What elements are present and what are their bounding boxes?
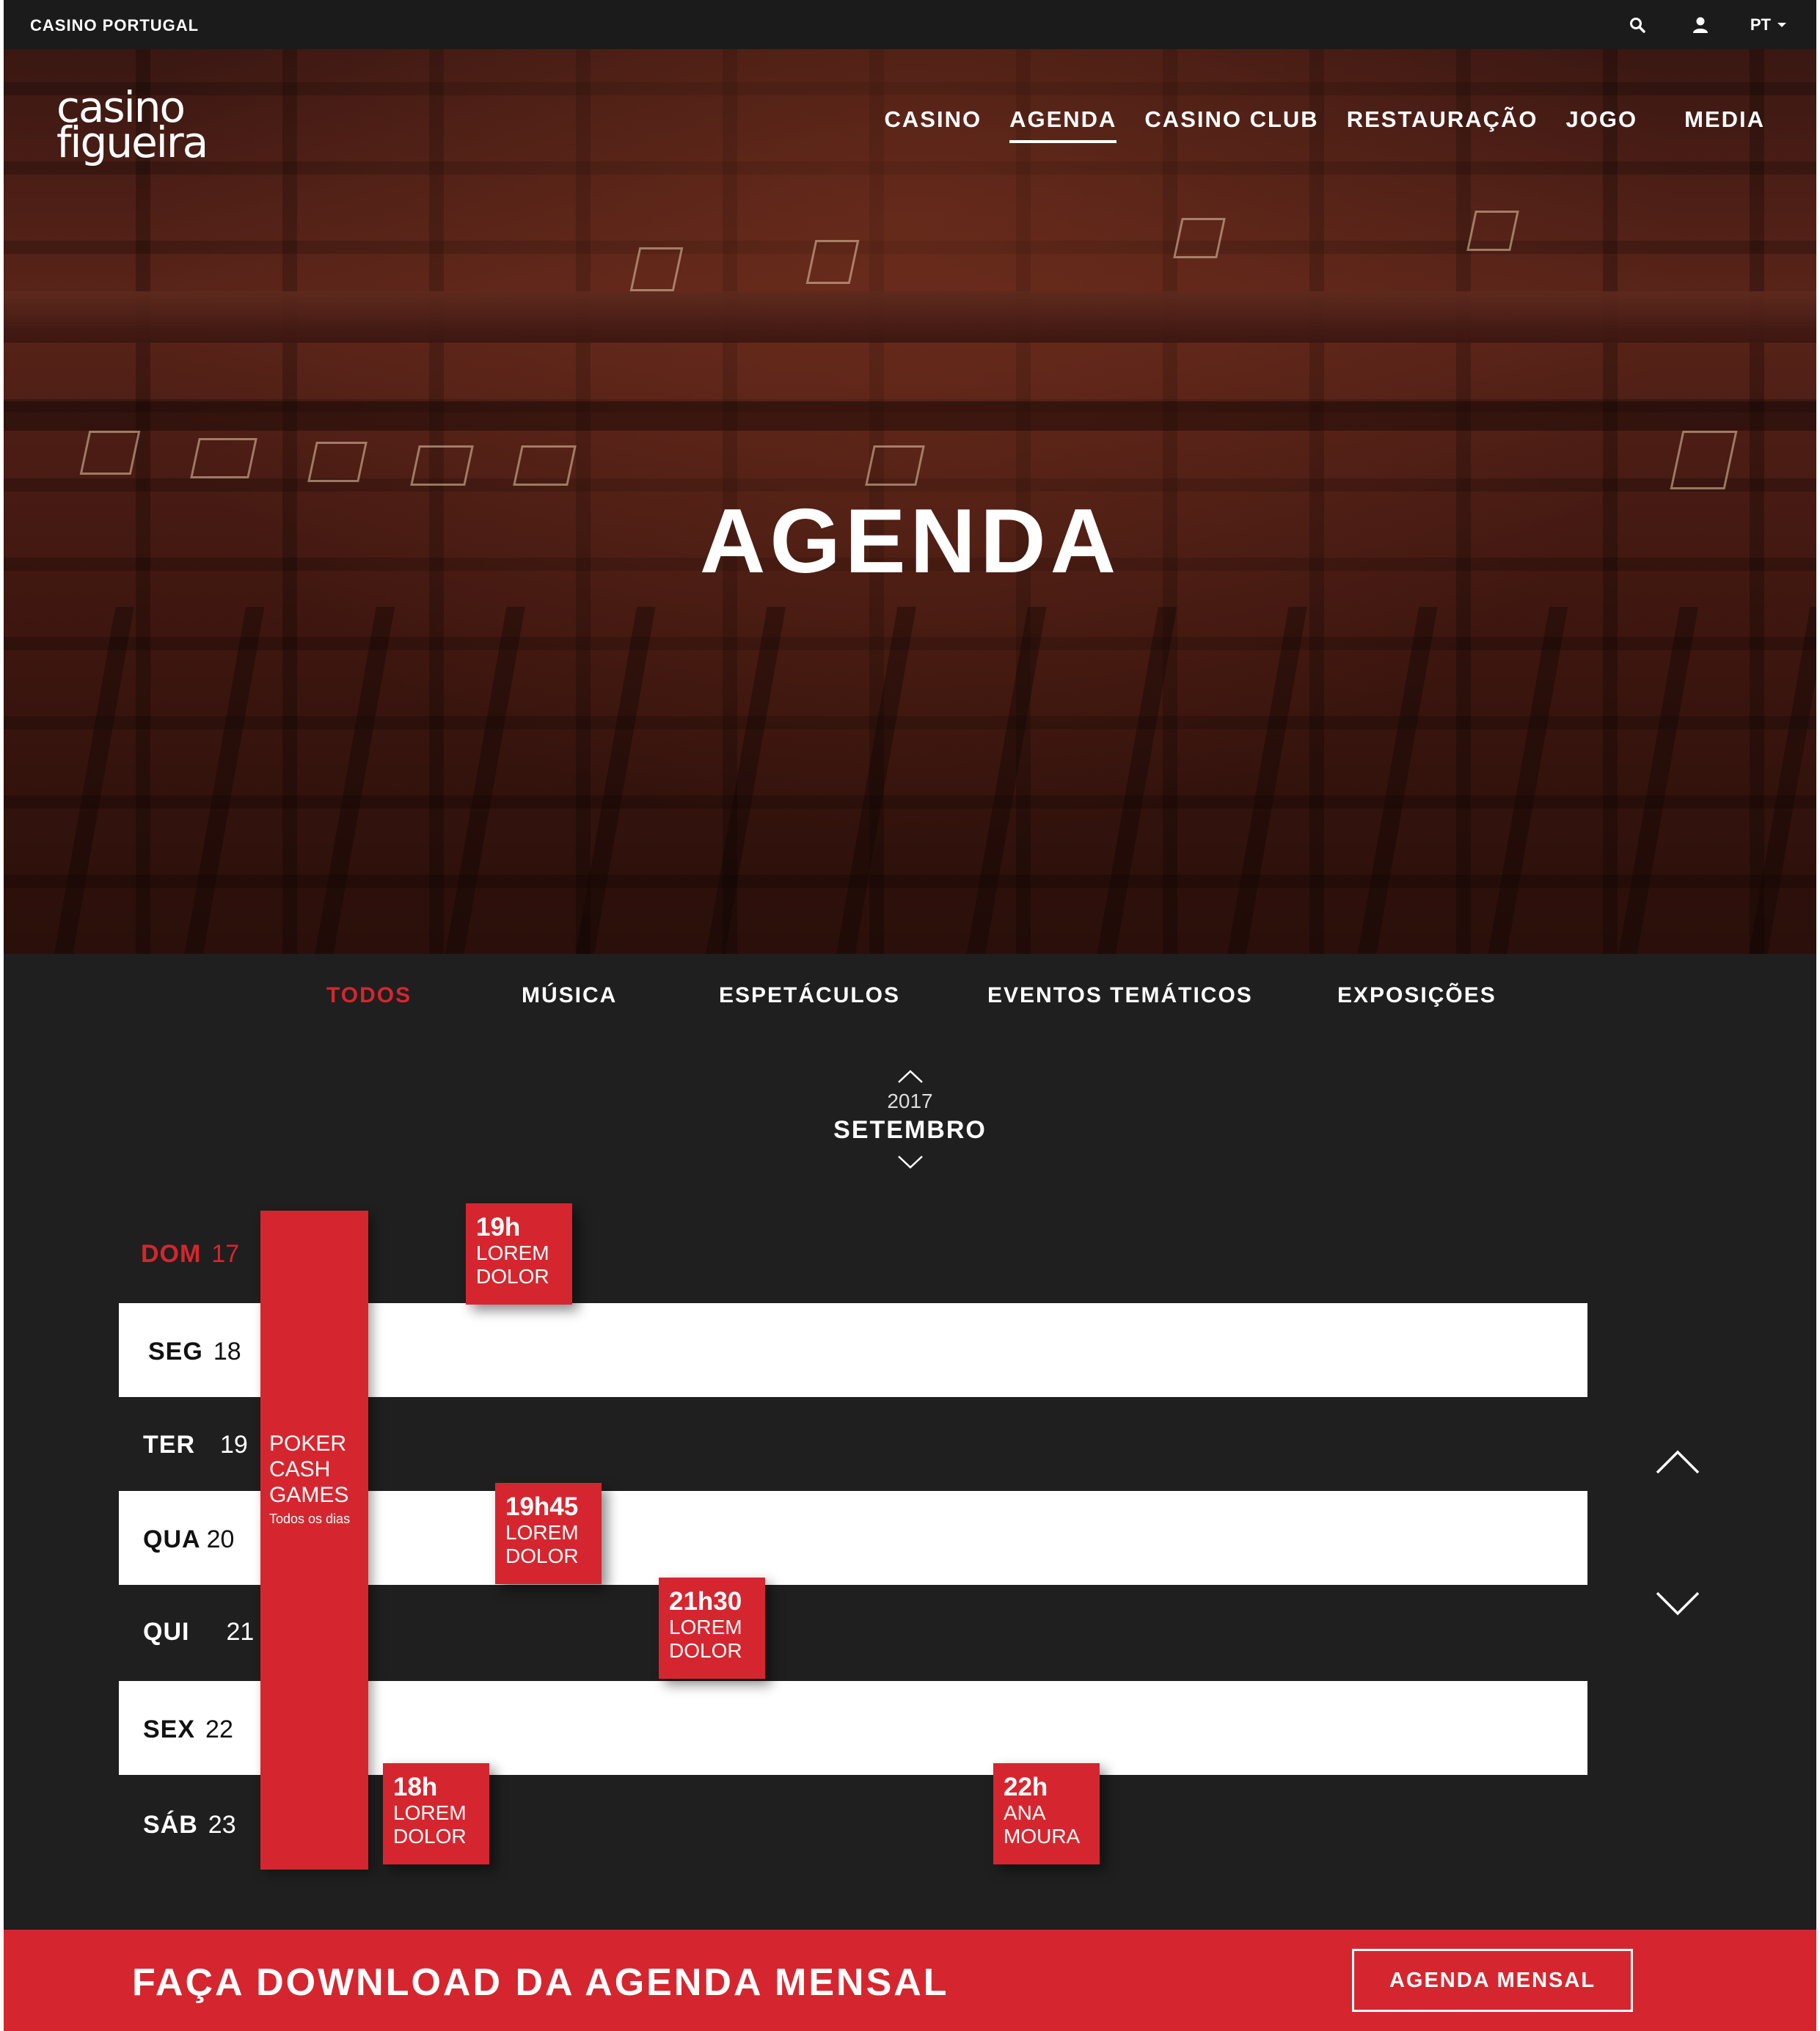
decor-shape (307, 442, 368, 482)
day-number: 19 (220, 1431, 248, 1459)
hero-bg-tables (4, 607, 1816, 954)
decor-shape (79, 431, 141, 475)
chevron-down-icon[interactable] (1654, 1589, 1701, 1618)
tab-todos[interactable]: TODOS (326, 983, 412, 1008)
event-title: LOREM DOLOR (476, 1241, 549, 1288)
download-banner: FAÇA DOWNLOAD DA AGENDA MENSAL AGENDA ME… (4, 1930, 1816, 2031)
event-title: POKER CASH GAMES (269, 1432, 349, 1507)
event-card[interactable]: 21h30 LOREM DOLOR (659, 1578, 765, 1679)
tab-eventos-tematicos[interactable]: EVENTOS TEMÁTICOS (987, 983, 1253, 1008)
event-title: ANA MOURA (1004, 1801, 1081, 1848)
event-title: LOREM DOLOR (669, 1616, 742, 1662)
logo-line-2: figueira (56, 117, 208, 167)
hero-banner: casino figueira CASINO AGENDA CASINO CLU… (4, 49, 1816, 954)
day-number: 18 (213, 1338, 241, 1365)
day-name: SÁB (143, 1811, 198, 1839)
month-label: SETEMBRO (833, 1116, 987, 1144)
nav-item-jogo[interactable]: JOGO (1566, 106, 1638, 143)
event-title: LOREM DOLOR (505, 1521, 579, 1567)
day-label-dom: DOM 17 (141, 1240, 239, 1269)
event-card[interactable]: 19h LOREM DOLOR (466, 1203, 572, 1305)
decor-shape (1670, 431, 1738, 489)
caret-down-icon (1777, 23, 1786, 27)
event-time: 19h45 (505, 1492, 579, 1521)
decor-shape (190, 438, 257, 478)
day-name: SEX (143, 1715, 196, 1743)
month-selector: 2017 SETEMBRO (4, 1068, 1816, 1171)
download-text: FAÇA DOWNLOAD DA AGENDA MENSAL (132, 1961, 949, 2004)
main-nav: CASINO AGENDA CASINO CLUB RESTAURAÇÃO JO… (885, 106, 1766, 143)
chevron-up-icon[interactable] (1654, 1448, 1701, 1477)
event-time: 22h (1004, 1773, 1048, 1801)
nav-item-casino[interactable]: CASINO (885, 106, 982, 143)
day-label-sex: SEX 22 (143, 1715, 233, 1744)
day-name: QUI (143, 1618, 190, 1646)
day-name: DOM (141, 1240, 202, 1268)
event-time: 19h (476, 1213, 521, 1241)
decor-shape (410, 445, 474, 486)
day-label-qui: QUI 21 (143, 1618, 254, 1647)
day-label-seg: SEG 18 (148, 1338, 241, 1366)
day-number: 23 (208, 1811, 236, 1839)
day-label-sab: SÁB 23 (143, 1811, 236, 1839)
event-poker-cash-games[interactable]: POKER CASH GAMES Todos os dias (260, 1211, 368, 1870)
search-icon[interactable] (1624, 12, 1651, 38)
day-label-ter: TER 19 (143, 1431, 248, 1459)
day-number: 22 (205, 1715, 233, 1743)
day-number: 21 (226, 1618, 255, 1646)
event-subtitle: Todos os dias (269, 1512, 351, 1526)
day-name: QUA (143, 1525, 201, 1553)
agenda-mensal-button[interactable]: AGENDA MENSAL (1352, 1949, 1633, 2012)
language-selector[interactable]: PT (1750, 15, 1787, 34)
hero-bg-balcony-shadow (4, 401, 1816, 431)
decor-shape (629, 247, 684, 291)
casino-figueira-logo[interactable]: casino figueira (56, 86, 214, 170)
event-time: 21h30 (669, 1587, 742, 1616)
top-icons: PT (1624, 10, 1787, 40)
tab-musica[interactable]: MÚSICA (522, 983, 617, 1008)
nav-item-restauracao[interactable]: RESTAURAÇÃO (1347, 106, 1538, 143)
nav-item-media[interactable]: MEDIA (1684, 106, 1765, 143)
event-title: LOREM DOLOR (393, 1801, 467, 1848)
event-card[interactable]: 18h LOREM DOLOR (383, 1763, 489, 1864)
casino-portugal-link[interactable]: CASINO PORTUGAL (30, 16, 199, 35)
day-name: TER (143, 1431, 195, 1459)
event-card[interactable]: 22h ANA MOURA (993, 1763, 1100, 1864)
chevron-down-icon[interactable] (896, 1153, 925, 1171)
decor-shape (865, 445, 925, 486)
top-bar: CASINO PORTUGAL PT (4, 0, 1816, 49)
tab-exposicoes[interactable]: EXPOSIÇÕES (1337, 983, 1496, 1008)
user-icon[interactable] (1687, 12, 1714, 38)
decor-shape (513, 445, 577, 486)
day-label-qua: QUA 20 (143, 1525, 234, 1554)
tab-espetaculos[interactable]: ESPETÁCULOS (719, 983, 900, 1008)
nav-item-casino-club[interactable]: CASINO CLUB (1144, 106, 1318, 143)
decor-shape (805, 240, 860, 284)
page: CASINO PORTUGAL PT casino figueira CASIN… (4, 0, 1816, 2031)
nav-item-agenda[interactable]: AGENDA (1009, 106, 1117, 143)
event-card[interactable]: 19h45 LOREM DOLOR (495, 1483, 602, 1584)
category-tabs: TODOS MÚSICA ESPETÁCULOS EVENTOS TEMÁTIC… (4, 983, 1816, 1020)
day-number: 17 (211, 1240, 240, 1268)
page-title: AGENDA (699, 491, 1121, 592)
decor-shape (1466, 211, 1519, 251)
event-time: 18h (393, 1773, 438, 1801)
hero-bg-balcony (4, 291, 1816, 343)
language-label: PT (1750, 15, 1771, 34)
year-label: 2017 (887, 1090, 933, 1112)
day-name: SEG (148, 1338, 203, 1365)
decor-shape (1173, 218, 1226, 258)
chevron-up-icon[interactable] (896, 1068, 925, 1085)
day-number: 20 (206, 1525, 235, 1553)
